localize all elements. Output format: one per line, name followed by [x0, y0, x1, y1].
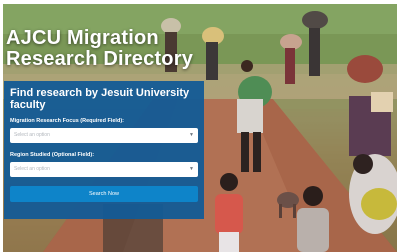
search-panel: Find research by Jesuit University facul… [4, 81, 204, 219]
page-title: AJCU Migration Research Directory [6, 27, 194, 70]
search-panel-heading: Find research by Jesuit University facul… [10, 87, 190, 111]
region-studied-placeholder: Select an option [14, 166, 50, 172]
hero-section: AJCU Migration Research Directory Find r… [0, 0, 402, 252]
chevron-down-icon: ▼ [189, 132, 194, 138]
research-focus-placeholder: Select an option [14, 132, 50, 138]
chevron-down-icon: ▼ [189, 166, 194, 172]
search-now-button[interactable]: Search Now [10, 186, 198, 202]
research-focus-label: Migration Research Focus (Required Field… [10, 118, 124, 124]
region-studied-select[interactable]: Select an option ▼ [10, 162, 198, 177]
region-studied-label: Region Studied (Optional Field): [10, 152, 95, 158]
research-focus-select[interactable]: Select an option ▼ [10, 128, 198, 143]
